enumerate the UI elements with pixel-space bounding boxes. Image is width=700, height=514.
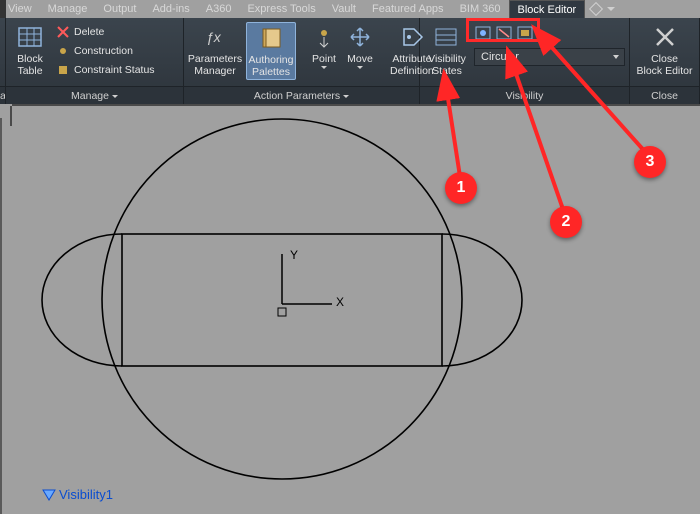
move-dd-icon [357, 66, 363, 69]
delete-label: Delete [74, 26, 104, 38]
panel-action-parameters-title: Action Parameters [184, 86, 419, 104]
close-block-editor-button[interactable]: Close Block Editor [635, 22, 695, 78]
tab-express[interactable]: Express Tools [239, 0, 323, 18]
tab-manage[interactable]: Manage [40, 0, 96, 18]
authoring-palettes-icon [257, 24, 285, 52]
ucs-y-label: Y [290, 248, 298, 262]
svg-text:ƒx: ƒx [206, 29, 222, 45]
block-table-button[interactable]: Block Table [10, 22, 50, 78]
authoring-palettes-label: Authoring Palettes [249, 54, 294, 78]
ribbon: al Block Table Delete Construction [0, 18, 700, 104]
tab-featured[interactable]: Featured Apps [364, 0, 452, 18]
panel-manage-title: Manage [6, 86, 183, 104]
tab-view[interactable]: View [0, 0, 40, 18]
delete-button[interactable]: Delete [54, 24, 158, 40]
tab-output[interactable]: Output [95, 0, 144, 18]
visibility-state-dropdown[interactable]: Circular [474, 48, 625, 66]
make-visible-button[interactable] [474, 24, 492, 42]
fx-icon: ƒx [201, 23, 229, 51]
panel-visibility-title: Visibility [420, 86, 629, 104]
drawing-svg [0, 104, 700, 514]
construction-label: Construction [74, 45, 133, 57]
tab-overflow-icon[interactable] [589, 2, 603, 16]
shape-arc-left[interactable] [42, 234, 122, 366]
tab-block-editor[interactable]: Block Editor [509, 0, 586, 18]
visibility-minibar [474, 24, 625, 42]
visibility-states-label: Visibility States [428, 53, 466, 77]
point-dd-icon [321, 66, 327, 69]
panel-manage: Block Table Delete Construction Constrai… [6, 18, 184, 104]
ucs-x-label: X [336, 295, 344, 309]
point-button[interactable]: Point [308, 22, 340, 70]
tab-dropdown-icon[interactable] [607, 7, 615, 11]
constraint-status-icon [57, 64, 69, 76]
delete-icon [57, 26, 69, 38]
panel-action-parameters: ƒx Parameters Manager Authoring Palettes… [184, 18, 420, 104]
point-label: Point [312, 53, 336, 65]
visibility-state-value: Circular [481, 51, 519, 63]
move-label: Move [347, 53, 373, 65]
parameters-manager-label: Parameters Manager [188, 53, 242, 77]
visibility-states-icon [433, 23, 461, 51]
panel-visibility: Visibility States Circular Visibility [420, 18, 630, 104]
construction-button[interactable]: Construction [54, 43, 158, 59]
constraint-status-button[interactable]: Constraint Status [54, 62, 158, 78]
make-invisible-button[interactable] [495, 24, 513, 42]
shape-arc-right[interactable] [442, 234, 522, 366]
panel-trunc-title: al [0, 86, 5, 104]
construction-icon [57, 45, 69, 57]
parameters-manager-button[interactable]: ƒx Parameters Manager [188, 22, 242, 78]
manage-menu: Delete Construction Constraint Status [54, 22, 158, 78]
tab-vault[interactable]: Vault [324, 0, 364, 18]
visibility-grip-label: Visibility1 [59, 487, 113, 502]
point-icon [310, 23, 338, 51]
ucs-icon [278, 254, 332, 316]
visibility-states-button[interactable]: Visibility States [424, 22, 470, 78]
panel-close-title: Close [630, 86, 699, 104]
visibility-controls: Circular [474, 22, 625, 66]
visibility-grip-icon [42, 489, 56, 501]
block-table-icon [16, 23, 44, 51]
tab-addins[interactable]: Add-ins [144, 0, 197, 18]
tab-bim360[interactable]: BIM 360 [452, 0, 509, 18]
constraint-status-label: Constraint Status [74, 64, 155, 76]
block-table-label: Block Table [17, 53, 43, 77]
move-button[interactable]: Move [344, 22, 376, 70]
close-icon [651, 23, 679, 51]
authoring-palettes-button[interactable]: Authoring Palettes [246, 22, 296, 80]
visibility-grip[interactable]: Visibility1 [42, 487, 113, 502]
move-icon [346, 23, 374, 51]
close-block-editor-label: Close Block Editor [636, 53, 692, 77]
drawing-canvas[interactable]: Y X Visibility1 [0, 104, 700, 514]
visibility-mode-button[interactable] [516, 24, 534, 42]
ribbon-tab-strip: View Manage Output Add-ins A360 Express … [0, 0, 700, 18]
panel-close: Close Block Editor Close [630, 18, 700, 104]
tab-a360[interactable]: A360 [198, 0, 240, 18]
